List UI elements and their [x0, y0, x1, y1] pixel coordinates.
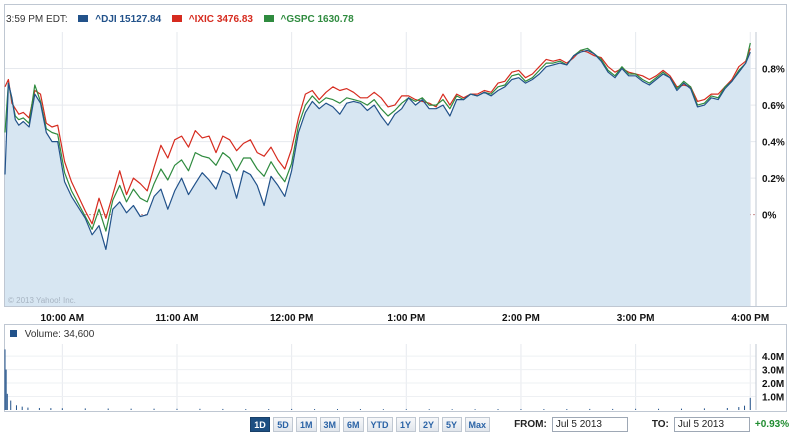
- volume-y-tick-label: 3.0M: [762, 366, 784, 377]
- dji-swatch: [78, 15, 89, 22]
- chart-legend: 3:59 PM EDT: ^DJI 15127.84 ^IXIC 3476.83…: [6, 13, 354, 27]
- x-tick-label: 12:00 PM: [270, 313, 313, 324]
- legend-dji-value: 15127.84: [119, 14, 162, 25]
- range-2y-button[interactable]: 2Y: [418, 417, 439, 432]
- y-tick-label: 0.8%: [762, 65, 785, 76]
- legend-ixic: ^IXIC 3476.83: [171, 14, 256, 25]
- legend-time: 3:59 PM EDT:: [6, 14, 68, 25]
- legend-dji: ^DJI 15127.84: [78, 14, 163, 25]
- range-6m-button[interactable]: 6M: [343, 417, 364, 432]
- range-1m-button[interactable]: 1M: [296, 417, 317, 432]
- volume-header: Volume: 34,600: [10, 328, 94, 342]
- gspc-swatch: [263, 15, 274, 22]
- range-3m-button[interactable]: 3M: [319, 417, 341, 432]
- legend-dji-symbol: ^DJI: [95, 14, 117, 25]
- range-5d-button[interactable]: 5D: [273, 417, 293, 432]
- y-tick-label: 0.6%: [762, 101, 785, 112]
- legend-gspc: ^GSPC 1630.78: [263, 14, 354, 25]
- copyright-watermark: © 2013 Yahoo! Inc.: [8, 296, 76, 305]
- intraday-chart-svg: 10:00 AM 11:00 AM 12:00 PM 1:00 PM 2:00 PM 3:…: [4, 32, 785, 410]
- from-label: FROM:: [514, 419, 547, 430]
- x-tick-label: 3:00 PM: [617, 313, 655, 324]
- x-tick-label: 4:00 PM: [731, 313, 769, 324]
- to-label: TO:: [651, 419, 669, 430]
- volume-swatch: [10, 330, 17, 337]
- legend-gspc-value: 1630.78: [317, 14, 354, 25]
- x-tick-label: 2:00 PM: [502, 313, 540, 324]
- ixic-swatch: [171, 15, 182, 22]
- volume-value: 34,600: [63, 329, 95, 340]
- legend-ixic-symbol: ^IXIC: [188, 14, 215, 25]
- range-max-button[interactable]: Max: [464, 417, 491, 432]
- range-1y-button[interactable]: 1Y: [395, 417, 416, 432]
- volume-y-tick-label: 1.0M: [762, 393, 784, 404]
- volume-y-tick-label: 4.0M: [762, 352, 784, 363]
- y-tick-label: 0.2%: [762, 174, 785, 185]
- y-tick-label: 0%: [762, 211, 777, 222]
- x-tick-label: 1:00 PM: [387, 313, 425, 324]
- legend-ixic-value: 3476.83: [216, 14, 253, 25]
- x-tick-label: 10:00 AM: [41, 313, 85, 324]
- from-date-field[interactable]: Jul 5 2013: [551, 417, 628, 432]
- volume-label: Volume:: [24, 329, 61, 340]
- range-1d-button[interactable]: 1D: [250, 417, 270, 432]
- y-tick-label: 0.4%: [762, 138, 785, 149]
- x-tick-label: 11:00 AM: [155, 313, 198, 324]
- to-date-field[interactable]: Jul 5 2013: [673, 417, 750, 432]
- percent-change: +0.93%: [754, 419, 790, 430]
- legend-gspc-symbol: ^GSPC: [280, 14, 315, 25]
- volume-y-tick-label: 2.0M: [762, 379, 784, 390]
- range-5y-button[interactable]: 5Y: [441, 417, 462, 432]
- range-ytd-button[interactable]: YTD: [366, 417, 393, 432]
- range-controls: 1D 5D 1M 3M 6M YTD 1Y 2Y 5Y Max FROM: Ju…: [250, 417, 789, 432]
